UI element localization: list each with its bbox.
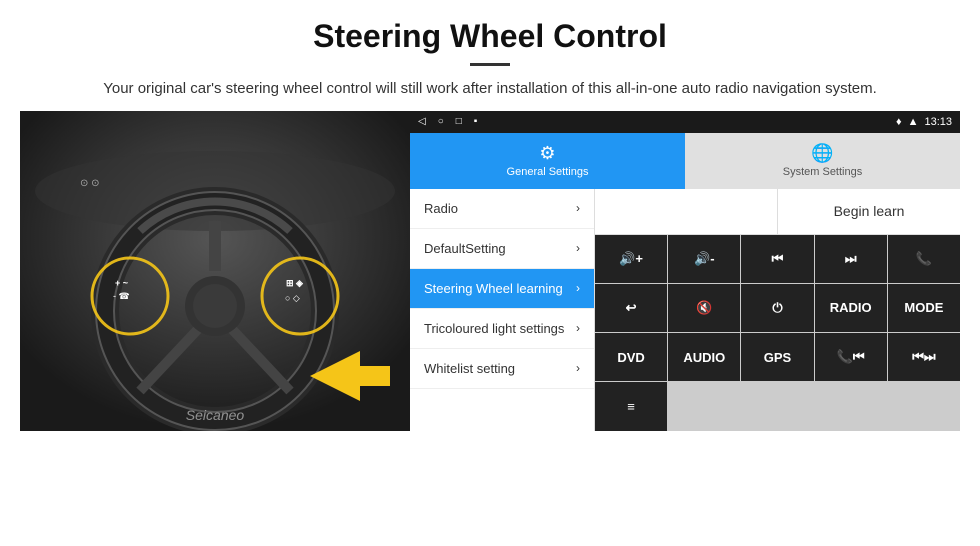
menu-item-whitelist[interactable]: Whitelist setting ›	[410, 349, 594, 389]
chevron-icon-steering: ›	[576, 281, 580, 295]
control-grid: 🔊+ 🔊- ⏮ ⏭ 📞 ↩	[595, 235, 960, 431]
vol-up-btn[interactable]: 🔊+	[595, 235, 667, 283]
next-track-btn[interactable]: ⏭	[815, 235, 887, 283]
page-header: Steering Wheel Control Your original car…	[0, 0, 980, 111]
phone-prev-btn[interactable]: 📞⏮	[815, 333, 887, 381]
menu-item-tricoloured-label: Tricoloured light settings	[424, 321, 564, 336]
list-btn[interactable]: ≡	[595, 382, 667, 430]
gps-btn[interactable]: GPS	[741, 333, 813, 381]
main-content: ⊙ ⊙ + ~ - ☎	[0, 111, 980, 441]
dvd-label: DVD	[617, 350, 644, 365]
audio-label: AUDIO	[683, 350, 725, 365]
chevron-icon-radio: ›	[576, 201, 580, 215]
home-icon[interactable]: ○	[438, 116, 444, 127]
tab-general-settings[interactable]: ⚙ General Settings	[410, 133, 685, 189]
phone-prev-icon: 📞⏮	[837, 349, 865, 365]
power-btn[interactable]: ⏻	[741, 284, 813, 332]
system-settings-icon: 🌐	[811, 143, 833, 164]
begin-learn-button[interactable]: Begin learn	[778, 189, 960, 234]
audio-btn[interactable]: AUDIO	[668, 333, 740, 381]
prev-track-icon: ⏮	[772, 251, 784, 267]
time-display: 13:13	[924, 116, 952, 128]
blank-display-area	[595, 189, 778, 234]
vol-down-icon: 🔊-	[694, 251, 715, 267]
steering-wheel-svg: ⊙ ⊙ + ~ - ☎	[20, 111, 410, 431]
svg-text:⊞ ◈: ⊞ ◈	[286, 278, 304, 288]
title-divider	[470, 63, 510, 66]
skip-btn[interactable]: ⏮⏭	[888, 333, 960, 381]
menu-item-defaultsetting[interactable]: DefaultSetting ›	[410, 229, 594, 269]
recents-icon[interactable]: □	[456, 116, 462, 127]
chevron-icon-tricoloured: ›	[576, 321, 580, 335]
back-nav-btn[interactable]: ↩	[595, 284, 667, 332]
mode-btn[interactable]: MODE	[888, 284, 960, 332]
status-bar-right: ♦ ▲ 13:13	[896, 116, 952, 128]
mute-btn[interactable]: 🔇	[668, 284, 740, 332]
car-image-panel: ⊙ ⊙ + ~ - ☎	[20, 111, 410, 431]
prev-track-btn[interactable]: ⏮	[741, 235, 813, 283]
menu-item-radio[interactable]: Radio ›	[410, 189, 594, 229]
vol-up-icon: 🔊+	[619, 251, 643, 267]
tab-system-label: System Settings	[783, 166, 862, 178]
radio-btn[interactable]: RADIO	[815, 284, 887, 332]
mode-label: MODE	[904, 300, 943, 315]
back-nav-icon: ↩	[626, 300, 637, 316]
phone-icon: 📞	[916, 251, 932, 267]
menu-item-radio-label: Radio	[424, 201, 458, 216]
vol-down-btn[interactable]: 🔊-	[668, 235, 740, 283]
chevron-icon-whitelist: ›	[576, 361, 580, 375]
status-bar: ◁ ○ □ ▪ ♦ ▲ 13:13	[410, 111, 960, 133]
dvd-btn[interactable]: DVD	[595, 333, 667, 381]
general-settings-icon: ⚙	[539, 143, 555, 164]
next-track-icon: ⏭	[845, 251, 857, 267]
list-icon: ≡	[627, 399, 635, 414]
chevron-icon-default: ›	[576, 241, 580, 255]
svg-text:+ ~: + ~	[115, 278, 128, 288]
tab-general-label: General Settings	[507, 166, 589, 178]
power-icon: ⏻	[772, 300, 782, 316]
mute-icon: 🔇	[696, 300, 712, 316]
svg-text:- ☎: - ☎	[113, 291, 130, 301]
menu-item-steering-label: Steering Wheel learning	[424, 281, 563, 296]
top-row: Begin learn	[595, 189, 960, 235]
android-panel: ◁ ○ □ ▪ ♦ ▲ 13:13 ⚙ General Settings 🌐 S…	[410, 111, 960, 431]
tab-bar: ⚙ General Settings 🌐 System Settings	[410, 133, 960, 189]
skip-icon: ⏮⏭	[912, 349, 935, 365]
gps-label: GPS	[764, 350, 791, 365]
left-menu: Radio › DefaultSetting › Steering Wheel …	[410, 189, 595, 431]
content-area: Radio › DefaultSetting › Steering Wheel …	[410, 189, 960, 431]
watermark: Seicaneo	[186, 407, 244, 423]
menu-item-default-label: DefaultSetting	[424, 241, 506, 256]
phone-btn[interactable]: 📞	[888, 235, 960, 283]
svg-text:○ ◇: ○ ◇	[285, 293, 300, 303]
menu-item-whitelist-label: Whitelist setting	[424, 361, 515, 376]
menu-item-steering-wheel[interactable]: Steering Wheel learning ›	[410, 269, 594, 309]
tab-system-settings[interactable]: 🌐 System Settings	[685, 133, 960, 189]
menu-item-tricoloured[interactable]: Tricoloured light settings ›	[410, 309, 594, 349]
screenshot-icon[interactable]: ▪	[474, 116, 478, 127]
svg-text:⊙ ⊙: ⊙ ⊙	[80, 178, 100, 189]
location-icon: ♦	[896, 116, 902, 128]
page-title: Steering Wheel Control	[40, 18, 940, 55]
signal-icon: ▲	[908, 116, 919, 128]
right-panel: Begin learn 🔊+ 🔊- ⏮ ⏭	[595, 189, 960, 431]
radio-label: RADIO	[830, 300, 872, 315]
back-icon[interactable]: ◁	[418, 116, 426, 127]
status-bar-left: ◁ ○ □ ▪	[418, 116, 477, 127]
page-description: Your original car's steering wheel contr…	[40, 78, 940, 101]
